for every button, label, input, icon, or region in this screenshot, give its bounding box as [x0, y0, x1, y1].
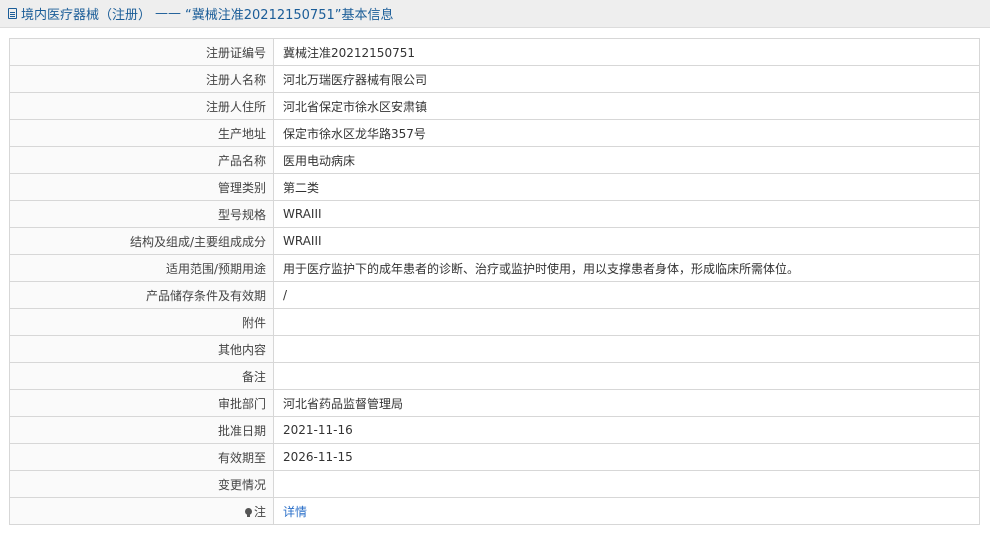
page-header: 境内医疗器械（注册） —— “冀械注准20212150751”基本信息	[0, 0, 990, 28]
table-row: 产品储存条件及有效期 /	[9, 281, 980, 309]
details-link[interactable]: 详情	[283, 505, 307, 519]
table-row: 注册人住所 河北省保定市徐水区安肃镇	[9, 92, 980, 120]
row-value-approval-date: 2021-11-16	[273, 416, 980, 444]
row-label-production-address: 生产地址	[9, 119, 274, 147]
table-row: 生产地址 保定市徐水区龙华路357号	[9, 119, 980, 147]
table-row: 其他内容	[9, 335, 980, 363]
row-value-other	[273, 335, 980, 363]
row-label-approval-date: 批准日期	[9, 416, 274, 444]
table-row: 注 详情	[9, 497, 980, 525]
row-value-model-spec: WRAIII	[273, 200, 980, 228]
table-row: 变更情况	[9, 470, 980, 498]
row-label-note: 注	[9, 497, 274, 525]
row-value-product-name: 医用电动病床	[273, 146, 980, 174]
table-row: 管理类别 第二类	[9, 173, 980, 201]
row-label-registration-no: 注册证编号	[9, 38, 274, 66]
table-row: 有效期至 2026-11-15	[9, 443, 980, 471]
row-value-changes	[273, 470, 980, 498]
row-label-model-spec: 型号规格	[9, 200, 274, 228]
row-value-note: 详情	[273, 497, 980, 525]
row-label-intended-use: 适用范围/预期用途	[9, 254, 274, 282]
row-label-attachment: 附件	[9, 308, 274, 336]
row-value-production-address: 保定市徐水区龙华路357号	[273, 119, 980, 147]
row-value-remark	[273, 362, 980, 390]
table-row: 产品名称 医用电动病床	[9, 146, 980, 174]
table-row: 注册证编号 冀械注准20212150751	[9, 38, 980, 66]
table-row: 结构及组成/主要组成成分 WRAIII	[9, 227, 980, 255]
row-value-structure: WRAIII	[273, 227, 980, 255]
table-row: 审批部门 河北省药品监督管理局	[9, 389, 980, 417]
row-value-management-class: 第二类	[273, 173, 980, 201]
document-icon	[8, 8, 17, 19]
row-label-remark: 备注	[9, 362, 274, 390]
row-label-valid-until: 有效期至	[9, 443, 274, 471]
note-label: 注	[253, 504, 266, 519]
row-label-registrant-address: 注册人住所	[9, 92, 274, 120]
table-row: 备注	[9, 362, 980, 390]
table-row: 批准日期 2021-11-16	[9, 416, 980, 444]
row-value-attachment	[273, 308, 980, 336]
row-label-storage: 产品储存条件及有效期	[9, 281, 274, 309]
row-label-other: 其他内容	[9, 335, 274, 363]
header-subtitle: “冀械注准20212150751”基本信息	[185, 8, 394, 23]
table-row: 适用范围/预期用途 用于医疗监护下的成年患者的诊断、治疗或监护时使用，用以支撑患…	[9, 254, 980, 282]
table-row: 注册人名称 河北万瑞医疗器械有限公司	[9, 65, 980, 93]
row-label-registrant-name: 注册人名称	[9, 65, 274, 93]
row-value-valid-until: 2026-11-15	[273, 443, 980, 471]
info-table: 注册证编号 冀械注准20212150751 注册人名称 河北万瑞医疗器械有限公司…	[9, 38, 980, 525]
table-row: 附件	[9, 308, 980, 336]
row-value-approval-dept: 河北省药品监督管理局	[273, 389, 980, 417]
bulb-icon	[244, 507, 252, 517]
header-separator: ——	[155, 6, 182, 21]
table-row: 型号规格 WRAIII	[9, 200, 980, 228]
row-value-storage: /	[273, 281, 980, 309]
row-label-product-name: 产品名称	[9, 146, 274, 174]
row-label-changes: 变更情况	[9, 470, 274, 498]
row-value-registrant-name: 河北万瑞医疗器械有限公司	[273, 65, 980, 93]
row-label-management-class: 管理类别	[9, 173, 274, 201]
header-title: 境内医疗器械（注册）	[21, 8, 152, 23]
row-value-intended-use: 用于医疗监护下的成年患者的诊断、治疗或监护时使用，用以支撑患者身体，形成临床所需…	[273, 254, 980, 282]
row-value-registrant-address: 河北省保定市徐水区安肃镇	[273, 92, 980, 120]
row-label-approval-dept: 审批部门	[9, 389, 274, 417]
row-label-structure: 结构及组成/主要组成成分	[9, 227, 274, 255]
row-value-registration-no: 冀械注准20212150751	[273, 38, 980, 66]
